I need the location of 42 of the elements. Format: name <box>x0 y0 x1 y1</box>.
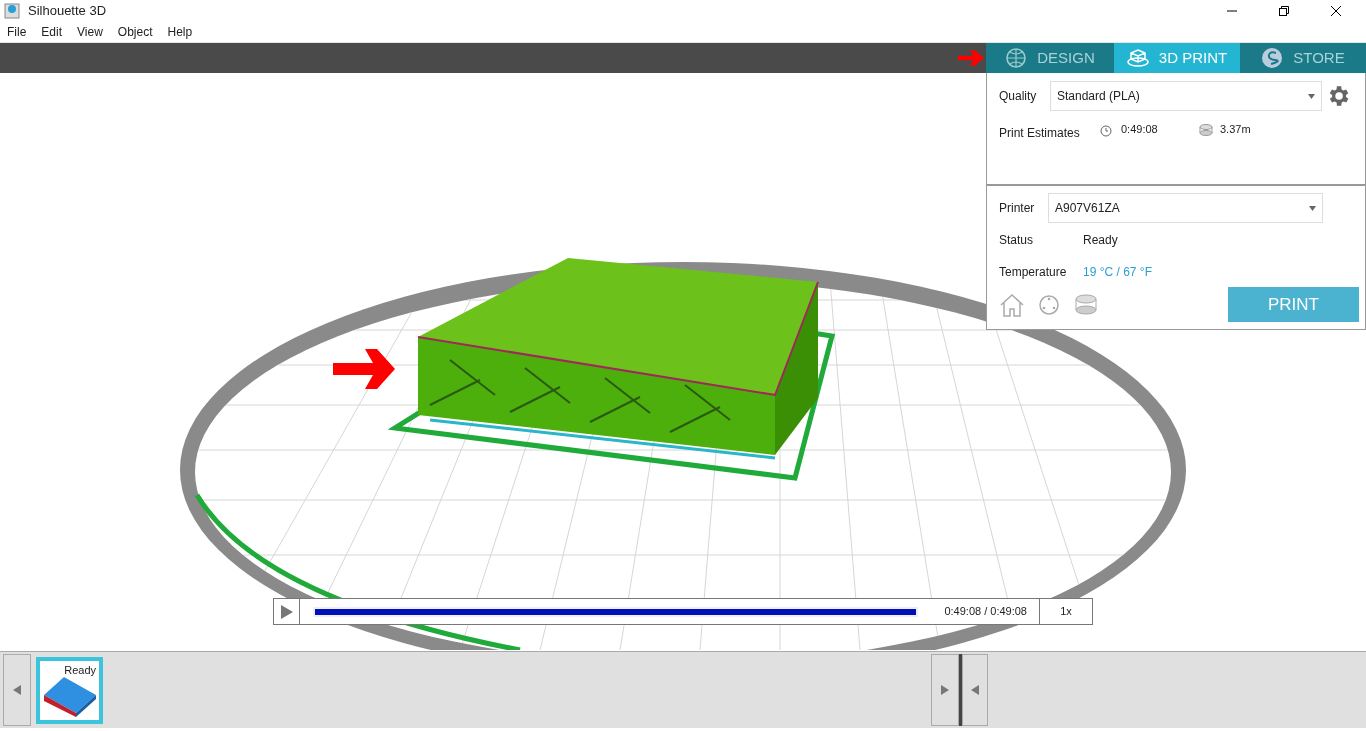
job-thumbnail[interactable]: Ready <box>36 656 103 724</box>
playback-time: 0:49:08 / 0:49:08 <box>944 604 1027 620</box>
caret-icon <box>1309 205 1316 211</box>
left-triangle-icon <box>13 685 21 695</box>
spool-icon[interactable] <box>1073 293 1099 316</box>
printer-label: Printer <box>999 200 1036 217</box>
quality-label: Quality <box>999 88 1038 105</box>
speed-button[interactable]: 1x <box>1039 599 1092 624</box>
printer-dropdown[interactable]: A907V61ZA <box>1048 193 1323 223</box>
estimates-label: Print Estimates <box>999 125 1081 142</box>
collapse-button[interactable] <box>962 654 988 726</box>
filament-length: 3.37m <box>1220 122 1251 137</box>
menu-item[interactable]: Edit <box>41 23 63 41</box>
left-triangle-icon <box>971 685 979 695</box>
home-icon[interactable] <box>999 292 1025 317</box>
print-time: 0:49:08 <box>1121 122 1159 137</box>
s-logo-icon <box>1261 47 1284 69</box>
menu-item[interactable]: File <box>7 23 27 41</box>
temperature-label: Temperature <box>999 264 1068 281</box>
menu-item[interactable]: Help <box>167 23 193 41</box>
menu-item[interactable]: View <box>77 23 103 41</box>
right-triangle-icon <box>941 685 949 695</box>
job-status: Ready <box>64 662 96 678</box>
clock-icon <box>1100 125 1112 137</box>
quality-dropdown[interactable]: Standard (PLA) <box>1050 81 1322 111</box>
menu-item[interactable]: Object <box>117 23 153 41</box>
close-icon[interactable] <box>1330 5 1342 17</box>
arrow-icon <box>333 349 395 389</box>
scroll-left-button[interactable] <box>3 654 31 726</box>
window-title: Silhouette 3D <box>28 2 107 21</box>
spool-icon <box>1198 124 1214 136</box>
app-icon <box>4 3 20 19</box>
cube-icon <box>1126 49 1149 67</box>
globe-icon <box>1005 47 1028 69</box>
scroll-right-button[interactable] <box>931 654 959 726</box>
status-value: Ready <box>1083 232 1118 249</box>
restore-icon[interactable] <box>1278 5 1290 17</box>
caret-icon <box>1308 93 1315 99</box>
circle-dots-icon[interactable] <box>1038 293 1060 316</box>
play-icon <box>280 604 293 619</box>
temperature-value: 19 °C / 67 °F <box>1083 264 1152 281</box>
status-label: Status <box>999 232 1035 249</box>
